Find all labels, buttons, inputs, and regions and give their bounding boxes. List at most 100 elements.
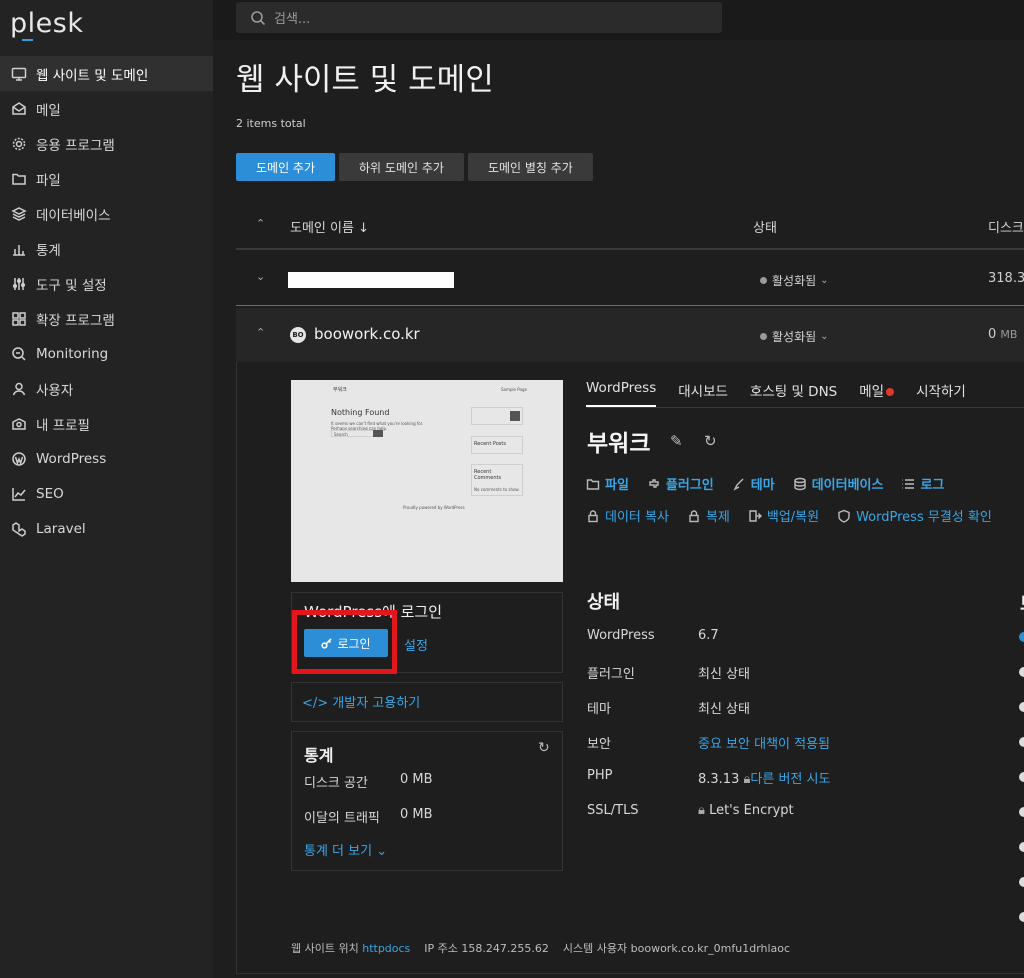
sidebar-item-monitoring[interactable]: Monitoring <box>0 336 213 371</box>
logs-link[interactable]: 로그 <box>901 474 944 493</box>
status-badge[interactable]: 활성화됨 ⌄ <box>760 328 829 345</box>
status-key: 보안 <box>587 737 611 752</box>
column-header-name[interactable]: 도메인 이름 ↓ <box>290 217 369 236</box>
integrity-check-label: WordPress 무결성 확인 <box>856 510 992 525</box>
search-input[interactable]: 검색... <box>236 2 722 33</box>
chevron-up-icon[interactable]: ⌃ <box>256 326 265 339</box>
toggle-indicator[interactable] <box>1019 632 1024 642</box>
backup-restore-link[interactable]: 백업/복원 <box>748 506 819 525</box>
puzzle-icon <box>10 310 28 328</box>
hire-developer-link[interactable]: </> 개발자 고용하기 <box>302 692 420 711</box>
folder-icon <box>10 170 28 188</box>
more-stats-link[interactable]: 통계 더 보기 ⌄ <box>304 840 387 859</box>
table-row[interactable]: ⌃ BO boowork.co.kr 활성화됨 ⌄ 0 MB <box>236 308 1024 362</box>
sidebar-item-label: 통계 <box>36 242 61 259</box>
sidebar-item-tools-settings[interactable]: 도구 및 설정 <box>0 266 213 301</box>
sidebar-item-seo[interactable]: SEO <box>0 476 213 511</box>
backup-icon <box>749 509 762 522</box>
tab-dashboard[interactable]: 대시보드 <box>678 380 728 407</box>
tab-mail[interactable]: 메일 <box>859 380 895 407</box>
sidebar-item-label: 내 프로필 <box>36 417 90 434</box>
sidebar-item-label: Monitoring <box>36 345 109 362</box>
sidebar-item-users[interactable]: 사용자 <box>0 371 213 406</box>
thumb-recent-comments: Recent Comments No comments to show. <box>471 464 523 496</box>
toggle-indicator[interactable] <box>1019 667 1024 677</box>
ip-value: 158.247.255.62 <box>461 942 549 955</box>
settings-link[interactable]: 설정 <box>404 635 428 654</box>
toggle-indicator[interactable] <box>1019 912 1024 922</box>
sidebar-item-wordpress[interactable]: WordPress <box>0 441 213 476</box>
databases-link[interactable]: 데이터베이스 <box>793 474 883 493</box>
toggle-indicator[interactable] <box>1019 807 1024 817</box>
try-other-version-link[interactable]: 다른 버전 시도 <box>750 772 830 787</box>
status-value: 최신 상태 <box>698 667 750 682</box>
profile-icon <box>10 415 28 433</box>
column-header-disk[interactable]: 디스크 <box>988 217 1024 236</box>
disk-space-label: 디스크 공간 <box>304 776 368 791</box>
toggle-indicator[interactable] <box>1019 877 1024 887</box>
site-preview-thumbnail[interactable]: 부워크 Sample Page Nothing Found It seems w… <box>291 380 563 582</box>
status-dot <box>760 333 767 340</box>
sidebar-item-files[interactable]: 파일 <box>0 161 213 196</box>
security-link[interactable]: 중요 보안 대책이 적용됨 <box>698 733 830 752</box>
edit-pencil-icon[interactable]: ✎ <box>670 432 683 450</box>
thumb-recent-comments-label: Recent Comments <box>474 469 502 481</box>
sidebar-item-databases[interactable]: 데이터베이스 <box>0 196 213 231</box>
status-badge[interactable]: 활성화됨 ⌄ <box>760 272 829 289</box>
system-user-value: boowork.co.kr_0mfu1drhlaoc <box>630 942 791 955</box>
add-subdomain-button[interactable]: 하위 도메인 추가 <box>339 153 464 181</box>
sidebar-item-profile[interactable]: 내 프로필 <box>0 406 213 441</box>
collapse-all-icon[interactable]: ⌃ <box>256 217 265 230</box>
site-title: 부워크 <box>587 431 651 457</box>
ssl-provider: Let's Encrypt <box>709 803 794 818</box>
toggle-indicator[interactable] <box>1019 842 1024 852</box>
httpdocs-link[interactable]: httpdocs <box>362 942 410 955</box>
traffic-value: 0 MB <box>400 807 433 822</box>
sidebar-item-laravel[interactable]: Laravel <box>0 511 213 546</box>
sidebar-item-label: 확장 프로그램 <box>36 312 115 329</box>
seo-icon <box>10 485 28 503</box>
disk-space-value: 0 MB <box>400 772 433 787</box>
chevron-down-icon[interactable]: ⌄ <box>256 270 265 283</box>
table-row[interactable]: ⌄ 활성화됨 ⌄ 318.3 <box>236 252 1024 306</box>
column-header-status[interactable]: 상태 <box>753 217 777 236</box>
toggle-indicator[interactable] <box>1019 737 1024 747</box>
logo-underline <box>22 39 33 41</box>
bar-chart-icon <box>10 240 28 258</box>
page-title: 웹 사이트 및 도메인 <box>236 62 494 98</box>
search-placeholder: 검색... <box>274 12 311 27</box>
sidebar-item-applications[interactable]: 응용 프로그램 <box>0 126 213 161</box>
toggle-indicator[interactable] <box>1019 772 1024 782</box>
sidebar-item-label: 파일 <box>36 172 61 189</box>
domain-name[interactable]: boowork.co.kr <box>314 325 420 343</box>
hire-developer-card[interactable]: </> 개발자 고용하기 <box>291 682 563 722</box>
refresh-icon[interactable]: ↻ <box>704 432 717 450</box>
sidebar-item-mail[interactable]: 메일 <box>0 91 213 126</box>
sidebar-item-statistics[interactable]: 통계 <box>0 231 213 266</box>
sidebar-item-label: SEO <box>36 485 64 502</box>
sidebar-item-websites-domains[interactable]: 웹 사이트 및 도메인 <box>0 56 213 91</box>
files-link[interactable]: 파일 <box>586 474 629 493</box>
toggle-indicator[interactable] <box>1019 702 1024 712</box>
integrity-check-link[interactable]: WordPress 무결성 확인 <box>837 506 992 525</box>
backup-restore-label: 백업/복원 <box>766 510 820 525</box>
tab-wordpress[interactable]: WordPress <box>586 380 657 407</box>
chevron-down-icon: ⌄ <box>820 331 829 342</box>
refresh-icon[interactable]: ↻ <box>538 740 550 756</box>
lock-icon <box>689 509 699 522</box>
plugins-link[interactable]: 플러그인 <box>647 474 714 493</box>
add-domain-alias-button[interactable]: 도메인 별칭 추가 <box>467 153 593 181</box>
themes-link[interactable]: 테마 <box>732 474 775 493</box>
tab-hosting-dns[interactable]: 호스팅 및 DNS <box>750 380 837 407</box>
copy-data-link[interactable]: 데이터 복사 <box>586 506 669 525</box>
site-actions-row: 데이터 복사 복제 백업/복원 WordPress 무결성 확인 <box>586 506 1010 525</box>
items-total: 2 items total <box>236 117 306 130</box>
clone-link[interactable]: 복제 <box>687 506 730 525</box>
tab-getting-started[interactable]: 시작하기 <box>916 380 966 407</box>
sidebar: plesk 웹 사이트 및 도메인 메일 응용 프로그램 파일 데이터베이스 통… <box>0 0 213 978</box>
themes-link-label: 테마 <box>750 478 775 493</box>
plesk-logo[interactable]: plesk <box>10 8 83 39</box>
sidebar-item-extensions[interactable]: 확장 프로그램 <box>0 301 213 336</box>
add-domain-button[interactable]: 도메인 추가 <box>236 153 336 181</box>
plesk-app: plesk 웹 사이트 및 도메인 메일 응용 프로그램 파일 데이터베이스 통… <box>0 0 1024 978</box>
